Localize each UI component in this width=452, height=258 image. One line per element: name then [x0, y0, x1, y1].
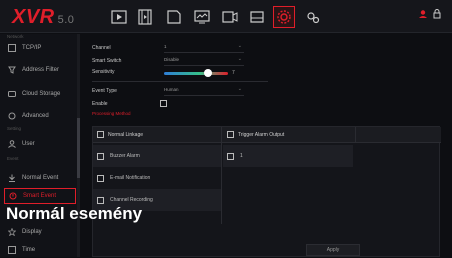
channel-select[interactable]: 1 ⌄ — [164, 43, 244, 53]
enable-label: Enable — [92, 101, 108, 107]
video-icon[interactable] — [134, 6, 156, 28]
sensitivity-slider[interactable] — [164, 69, 228, 77]
sidebar-item-display[interactable]: Display — [4, 224, 76, 240]
time-icon — [7, 245, 17, 255]
section-event: Event — [7, 156, 19, 161]
normal-linkage-header[interactable]: Normal Linkage — [97, 131, 143, 138]
chevron-down-icon: ⌄ — [237, 86, 242, 92]
section-network: Network — [7, 34, 24, 39]
lock-icon[interactable] — [432, 9, 442, 19]
chevron-down-icon: ⌄ — [237, 43, 242, 49]
section-setting: Setting — [7, 126, 22, 131]
sensitivity-label: Sensitivity — [92, 69, 115, 75]
recording-checkbox[interactable] — [97, 196, 104, 204]
buzzer-checkbox[interactable] — [97, 152, 104, 160]
advanced-icon — [7, 111, 17, 121]
logo: XVR 5.0 — [12, 6, 75, 28]
file-icon[interactable] — [163, 6, 185, 28]
processing-method-label: Processing Method — [92, 111, 131, 116]
event-type-select[interactable]: Human ⌄ — [164, 86, 244, 96]
hdd-icon[interactable] — [246, 6, 268, 28]
linkage-panel: Normal Linkage Trigger Alarm Output Buzz… — [92, 126, 441, 257]
normal-event-icon — [7, 173, 17, 183]
alarm-output-item[interactable]: 1 — [223, 145, 353, 167]
linkage-header: Normal Linkage Trigger Alarm Output — [93, 127, 441, 143]
sidebar-item-time[interactable]: Time — [4, 242, 76, 258]
chevron-down-icon: ⌄ — [237, 56, 242, 62]
filter-icon — [7, 65, 17, 75]
event-type-label: Event Type — [92, 88, 117, 94]
list-item[interactable]: E-mail Notification — [93, 167, 221, 189]
normal-linkage-checkbox[interactable] — [97, 131, 104, 138]
scrollbar-thumb[interactable] — [77, 118, 80, 178]
trigger-alarm-checkbox[interactable] — [227, 131, 234, 138]
sidebar-item-advanced[interactable]: Advanced — [4, 108, 76, 124]
column-divider — [355, 127, 356, 143]
monitor-icon[interactable] — [191, 6, 213, 28]
user-icon — [7, 139, 17, 149]
sidebar-item-cloud-storage[interactable]: Cloud Storage — [4, 86, 76, 102]
ip-icon — [7, 43, 17, 53]
slider-knob[interactable] — [204, 69, 212, 77]
smart-event-icon — [8, 191, 18, 201]
apply-button[interactable]: Apply — [306, 244, 360, 256]
output-checkbox[interactable] — [227, 152, 234, 160]
sidebar-item-smart-event[interactable]: Smart Event — [4, 188, 76, 204]
caption: Normál esemény — [6, 204, 143, 223]
display-icon — [7, 227, 17, 237]
list-item[interactable]: Buzzer Alarm — [93, 145, 221, 167]
sidebar-item-address-filter[interactable]: Address Filter — [4, 62, 76, 78]
smart-switch-label: Smart Switch — [92, 58, 122, 64]
playback-icon[interactable] — [108, 6, 130, 28]
sensitivity-value: 7 — [232, 70, 235, 76]
sidebar-item-tcpip[interactable]: TCP/IP — [4, 40, 76, 56]
cloud-icon — [7, 89, 17, 99]
system-icon[interactable] — [302, 6, 324, 28]
column-divider — [221, 127, 222, 224]
smart-switch-select[interactable]: Disable ⌄ — [164, 56, 244, 66]
channel-label: Channel — [92, 45, 111, 51]
settings-icon[interactable] — [273, 6, 295, 28]
sidebar-item-user[interactable]: User — [4, 136, 76, 152]
sidebar-item-normal-event[interactable]: Normal Event — [4, 170, 76, 186]
user-alert-icon[interactable] — [418, 9, 428, 19]
top-bar: XVR 5.0 — [0, 0, 452, 33]
enable-checkbox[interactable] — [160, 100, 167, 107]
trigger-alarm-header[interactable]: Trigger Alarm Output — [227, 131, 284, 138]
camera-icon[interactable] — [219, 6, 241, 28]
email-checkbox[interactable] — [97, 174, 104, 182]
divider — [92, 81, 268, 82]
